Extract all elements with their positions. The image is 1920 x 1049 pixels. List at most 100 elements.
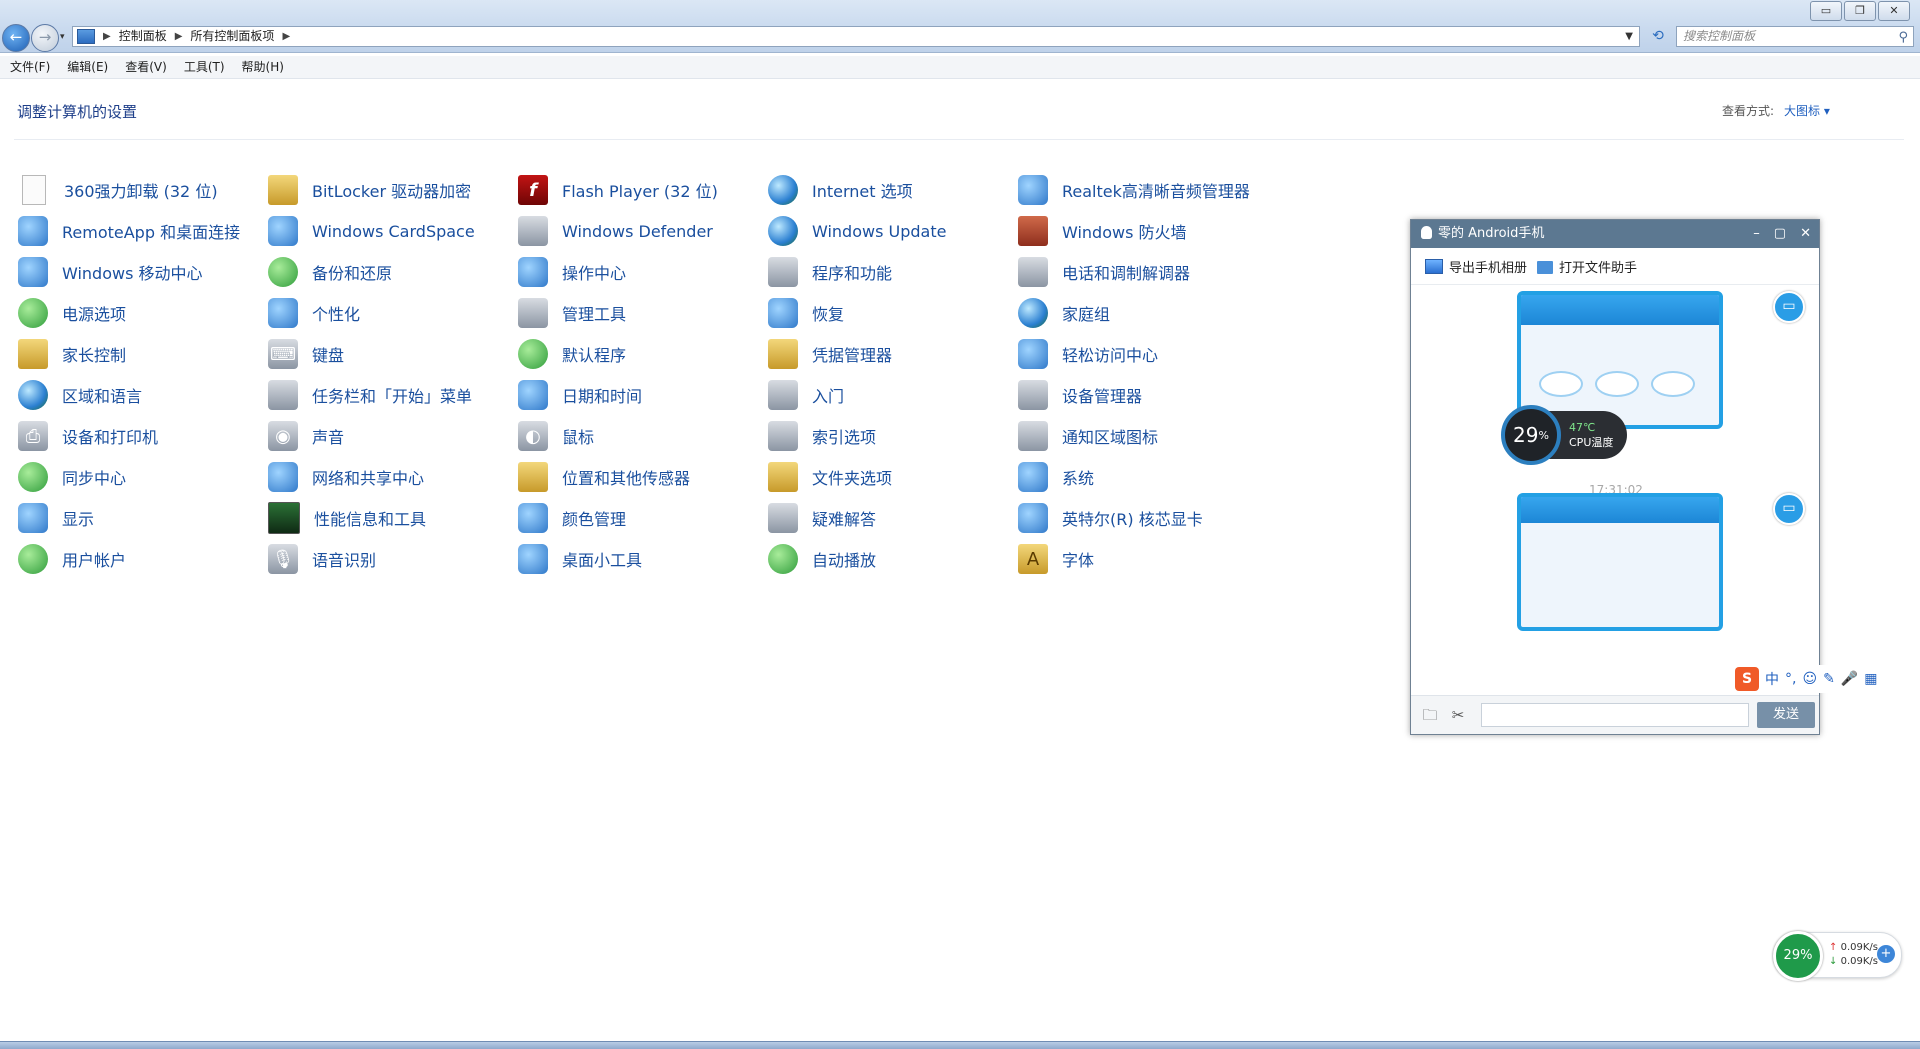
chat-minimize-button[interactable]: – [1753, 220, 1760, 248]
back-button[interactable]: ← [2, 24, 30, 52]
control-panel-item[interactable]: ⎙ 设备和打印机 [18, 416, 264, 456]
control-panel-item[interactable]: 英特尔(R) 核芯显卡 [1018, 498, 1264, 538]
address-bar[interactable]: ▶ 控制面板 ▶ 所有控制面板项 ▶ ▼ [72, 26, 1640, 47]
chat-maximize-button[interactable]: ▢ [1774, 220, 1786, 248]
control-panel-item[interactable]: 自动播放 [768, 539, 1014, 579]
control-panel-item[interactable]: 360强力卸载 (32 位) [18, 170, 264, 210]
control-panel-item[interactable]: 位置和其他传感器 [518, 457, 764, 497]
menu-view[interactable]: 查看(V) [115, 56, 174, 78]
folder-icon[interactable]: 🗀 [1421, 706, 1439, 724]
control-panel-item[interactable]: 系统 [1018, 457, 1264, 497]
view-by-dropdown[interactable]: 大图标 ▾ [1784, 104, 1830, 118]
sogou-ime-icon[interactable]: S [1735, 667, 1759, 691]
control-panel-item[interactable]: 用户帐户 [18, 539, 264, 579]
control-panel-item[interactable]: 任务栏和「开始」菜单 [268, 375, 514, 415]
control-panel-item[interactable]: 设备管理器 [1018, 375, 1264, 415]
minimize-button[interactable]: ▭ [1810, 1, 1842, 21]
control-panel-item[interactable]: 默认程序 [518, 334, 764, 374]
open-file-assistant-button[interactable]: 打开文件助手 [1537, 257, 1637, 276]
control-panel-item[interactable]: 网络和共享中心 [268, 457, 514, 497]
emoji-icon[interactable]: ☺ [1802, 671, 1817, 687]
send-button[interactable]: 发送 [1757, 702, 1815, 728]
control-panel-item[interactable]: BitLocker 驱动器加密 [268, 170, 514, 210]
control-panel-item[interactable]: 家庭组 [1018, 293, 1264, 333]
control-panel-item[interactable]: 性能信息和工具 [268, 498, 514, 538]
control-panel-item[interactable]: 入门 [768, 375, 1014, 415]
search-icon[interactable]: ⚲ [1898, 28, 1908, 47]
control-panel-item-label: 文件夹选项 [812, 469, 893, 488]
control-panel-item[interactable]: 电话和调制解调器 [1018, 252, 1264, 292]
control-panel-item[interactable]: Internet 选项 [768, 170, 1014, 210]
control-panel-item[interactable]: 日期和时间 [518, 375, 764, 415]
chevron-right-icon[interactable]: ▶ [282, 27, 290, 46]
screenshot-message-1[interactable] [1517, 291, 1723, 429]
control-panel-item[interactable]: 家长控制 [18, 334, 264, 374]
menu-edit[interactable]: 编辑(E) [57, 56, 115, 78]
control-panel-item[interactable]: Windows Defender [518, 211, 764, 251]
control-panel-item[interactable]: 操作中心 [518, 252, 764, 292]
chat-message-input[interactable] [1481, 703, 1749, 727]
chat-close-button[interactable]: ✕ [1800, 220, 1811, 248]
control-panel-item[interactable]: 程序和功能 [768, 252, 1014, 292]
maximize-button[interactable]: ❐ [1844, 1, 1876, 21]
close-button[interactable]: ✕ [1878, 1, 1910, 21]
net-speed-widget[interactable]: 29% ↑ 0.09K/s ↓ 0.09K/s + [1773, 931, 1902, 981]
control-panel-item[interactable]: A 字体 [1018, 539, 1264, 579]
control-panel-item[interactable]: Windows Update [768, 211, 1014, 251]
chevron-right-icon[interactable]: ▶ [175, 27, 183, 46]
control-panel-item[interactable]: 索引选项 [768, 416, 1014, 456]
control-panel-item[interactable]: 桌面小工具 [518, 539, 764, 579]
refresh-button[interactable]: ⟲ [1648, 26, 1668, 47]
ime-punctuation[interactable]: °, [1785, 671, 1796, 687]
control-panel-item[interactable]: f Flash Player (32 位) [518, 170, 764, 210]
control-panel-item[interactable]: Windows CardSpace [268, 211, 514, 251]
search-input[interactable]: 搜索控制面板 ⚲ [1676, 26, 1914, 47]
control-panel-item[interactable]: 区域和语言 [18, 375, 264, 415]
chat-window: 零的 Android手机 – ▢ ✕ 导出手机相册 打开文件助手 ▭ 29% 4… [1410, 219, 1882, 735]
internet-options-icon [768, 175, 798, 205]
upload-speed: 0.09K/s [1840, 942, 1878, 953]
control-panel-item[interactable]: 凭据管理器 [768, 334, 1014, 374]
control-panel-item[interactable]: 🎙 语音识别 [268, 539, 514, 579]
control-panel-item[interactable]: ◐ 鼠标 [518, 416, 764, 456]
screenshot-message-2[interactable] [1517, 493, 1723, 631]
scissors-icon[interactable]: ✂ [1449, 706, 1467, 724]
menu-help[interactable]: 帮助(H) [232, 56, 291, 78]
export-photos-button[interactable]: 导出手机相册 [1425, 257, 1527, 276]
control-panel-item-label: 显示 [62, 510, 95, 529]
control-panel-item[interactable]: 电源选项 [18, 293, 264, 333]
control-panel-item[interactable]: 显示 [18, 498, 264, 538]
menu-tools[interactable]: 工具(T) [174, 56, 232, 78]
grid-icon[interactable]: ▦ [1864, 671, 1877, 687]
microphone-icon[interactable]: 🎤 [1841, 671, 1858, 687]
control-panel-item[interactable]: ◉ 声音 [268, 416, 514, 456]
ime-chinese-mode[interactable]: 中 [1765, 669, 1779, 689]
control-panel-item[interactable]: RemoteApp 和桌面连接 [18, 211, 264, 251]
chevron-right-icon[interactable]: ▶ [103, 27, 111, 46]
breadcrumb-control-panel[interactable]: 控制面板 [119, 27, 167, 46]
control-panel-item[interactable]: 恢复 [768, 293, 1014, 333]
control-panel-item[interactable]: 疑难解答 [768, 498, 1014, 538]
address-dropdown[interactable]: ▼ [1625, 27, 1633, 46]
control-panel-item[interactable]: 通知区域图标 [1018, 416, 1264, 456]
menu-file[interactable]: 文件(F) [0, 56, 57, 78]
control-panel-item[interactable]: 文件夹选项 [768, 457, 1014, 497]
control-panel-item[interactable]: Realtek高清晰音频管理器 [1018, 170, 1264, 210]
homegroup-icon [1018, 298, 1048, 328]
control-panel-item[interactable]: Windows 移动中心 [18, 252, 264, 292]
control-panel-item[interactable]: ⌨ 键盘 [268, 334, 514, 374]
pen-icon[interactable]: ✎ [1823, 671, 1835, 687]
breadcrumb-all-items[interactable]: 所有控制面板项 [190, 27, 274, 46]
control-panel-item[interactable]: 个性化 [268, 293, 514, 333]
plus-icon[interactable]: + [1877, 945, 1895, 963]
fonts-icon: A [1018, 544, 1048, 574]
recent-pages-dropdown[interactable]: ▾ [60, 32, 65, 42]
control-panel-item[interactable]: Windows 防火墙 [1018, 211, 1264, 251]
control-panel-item[interactable]: 管理工具 [518, 293, 764, 333]
forward-button[interactable]: → [31, 24, 59, 52]
control-panel-item[interactable]: 同步中心 [18, 457, 264, 497]
control-panel-item-label: 入门 [812, 387, 845, 406]
control-panel-item[interactable]: 备份和还原 [268, 252, 514, 292]
control-panel-item[interactable]: 颜色管理 [518, 498, 764, 538]
control-panel-item[interactable]: 轻松访问中心 [1018, 334, 1264, 374]
